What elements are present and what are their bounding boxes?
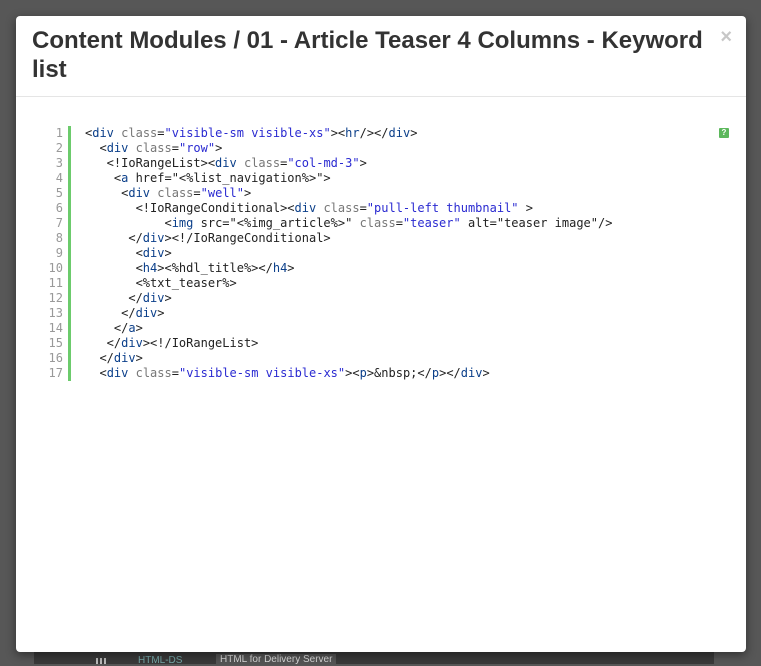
line-number: 8 [55, 231, 63, 245]
code-line: 2 <div class="row"> [56, 141, 671, 156]
code-line: 10 <h4><%hdl_title%></h4> [49, 261, 671, 276]
line-number: 6 [55, 201, 63, 215]
code-line: 8 </div><!/IoRangeConditional> [56, 231, 671, 246]
modal-header: Content Modules / 01 - Article Teaser 4 … [16, 16, 746, 97]
line-number: 15 [48, 336, 63, 350]
code-text: <div class="visible-sm visible-xs"><p>&n… [85, 366, 490, 380]
code-line: 11 <%txt_teaser%> [49, 276, 671, 291]
code-line: 14 </a> [49, 321, 671, 336]
code-line: 5 <div class="well"> [56, 186, 671, 201]
code-text: <div class="row"> [85, 141, 223, 155]
line-number: 17 [48, 366, 63, 380]
line-number: 10 [48, 261, 63, 275]
line-number: 11 [48, 276, 63, 290]
code-text: </div> [85, 306, 165, 320]
code-text: <div class="well"> [85, 186, 252, 200]
line-number: 5 [55, 186, 63, 200]
code-text: </div> [85, 291, 172, 305]
code-text: <!IoRangeConditional><div class="pull-le… [85, 201, 533, 215]
code-text: </div> [85, 351, 143, 365]
code-text: <div class="visible-sm visible-xs"><hr/>… [85, 126, 418, 140]
modal-title: Content Modules / 01 - Article Teaser 4 … [32, 27, 703, 83]
code-line: 7 <img src="<%img_article%>" class="teas… [56, 216, 671, 231]
code-text: </div><!/IoRangeList> [85, 336, 259, 350]
grid-icon [96, 658, 106, 664]
code-text: <!IoRangeList><div class="col-md-3"> [85, 156, 367, 170]
code-text: <a href="<%list_navigation%>"> [85, 171, 331, 185]
code-text: <h4><%hdl_title%></h4> [85, 261, 295, 275]
code-line: 9 <div> [56, 246, 671, 261]
line-number: 14 [48, 321, 63, 335]
line-number: 12 [48, 291, 63, 305]
code-line: 16 </div> [49, 351, 671, 366]
line-number: 7 [55, 216, 63, 230]
line-number: 9 [55, 246, 63, 260]
close-button[interactable]: × [720, 27, 732, 47]
background-toolbar: HTML-DS HTML for Delivery Server [34, 652, 714, 666]
line-number: 1 [55, 126, 63, 140]
code-line: 17 <div class="visible-sm visible-xs"><p… [49, 366, 671, 381]
code-line: 3 <!IoRangeList><div class="col-md-3"> [56, 156, 671, 171]
code-text: <%txt_teaser%> [85, 276, 237, 290]
help-icon[interactable]: ? [719, 128, 729, 138]
code-line: 13 </div> [49, 306, 671, 321]
code-text: <img src="<%img_article%>" class="teaser… [85, 216, 613, 230]
line-number: 13 [48, 306, 63, 320]
code-line: 15 </div><!/IoRangeList> [49, 336, 671, 351]
line-number: 16 [48, 351, 63, 365]
background-tab-delivery: HTML for Delivery Server [216, 654, 337, 665]
code-line: 12 </div> [49, 291, 671, 306]
line-number: 4 [55, 171, 63, 185]
code-preview-modal: Content Modules / 01 - Article Teaser 4 … [16, 16, 746, 652]
code-text: <div> [85, 246, 172, 260]
line-number: 2 [55, 141, 63, 155]
background-tab-html: HTML-DS [138, 655, 183, 666]
line-number: 3 [55, 156, 63, 170]
code-line: 4 <a href="<%list_navigation%>"> [56, 171, 671, 186]
code-line: 6 <!IoRangeConditional><div class="pull-… [56, 201, 671, 216]
code-editor[interactable]: 1 <div class="visible-sm visible-xs"><hr/… [49, 126, 671, 381]
code-text: </a> [85, 321, 143, 335]
code-line: 1 <div class="visible-sm visible-xs"><hr/… [56, 126, 671, 141]
code-text: </div><!/IoRangeConditional> [85, 231, 331, 245]
